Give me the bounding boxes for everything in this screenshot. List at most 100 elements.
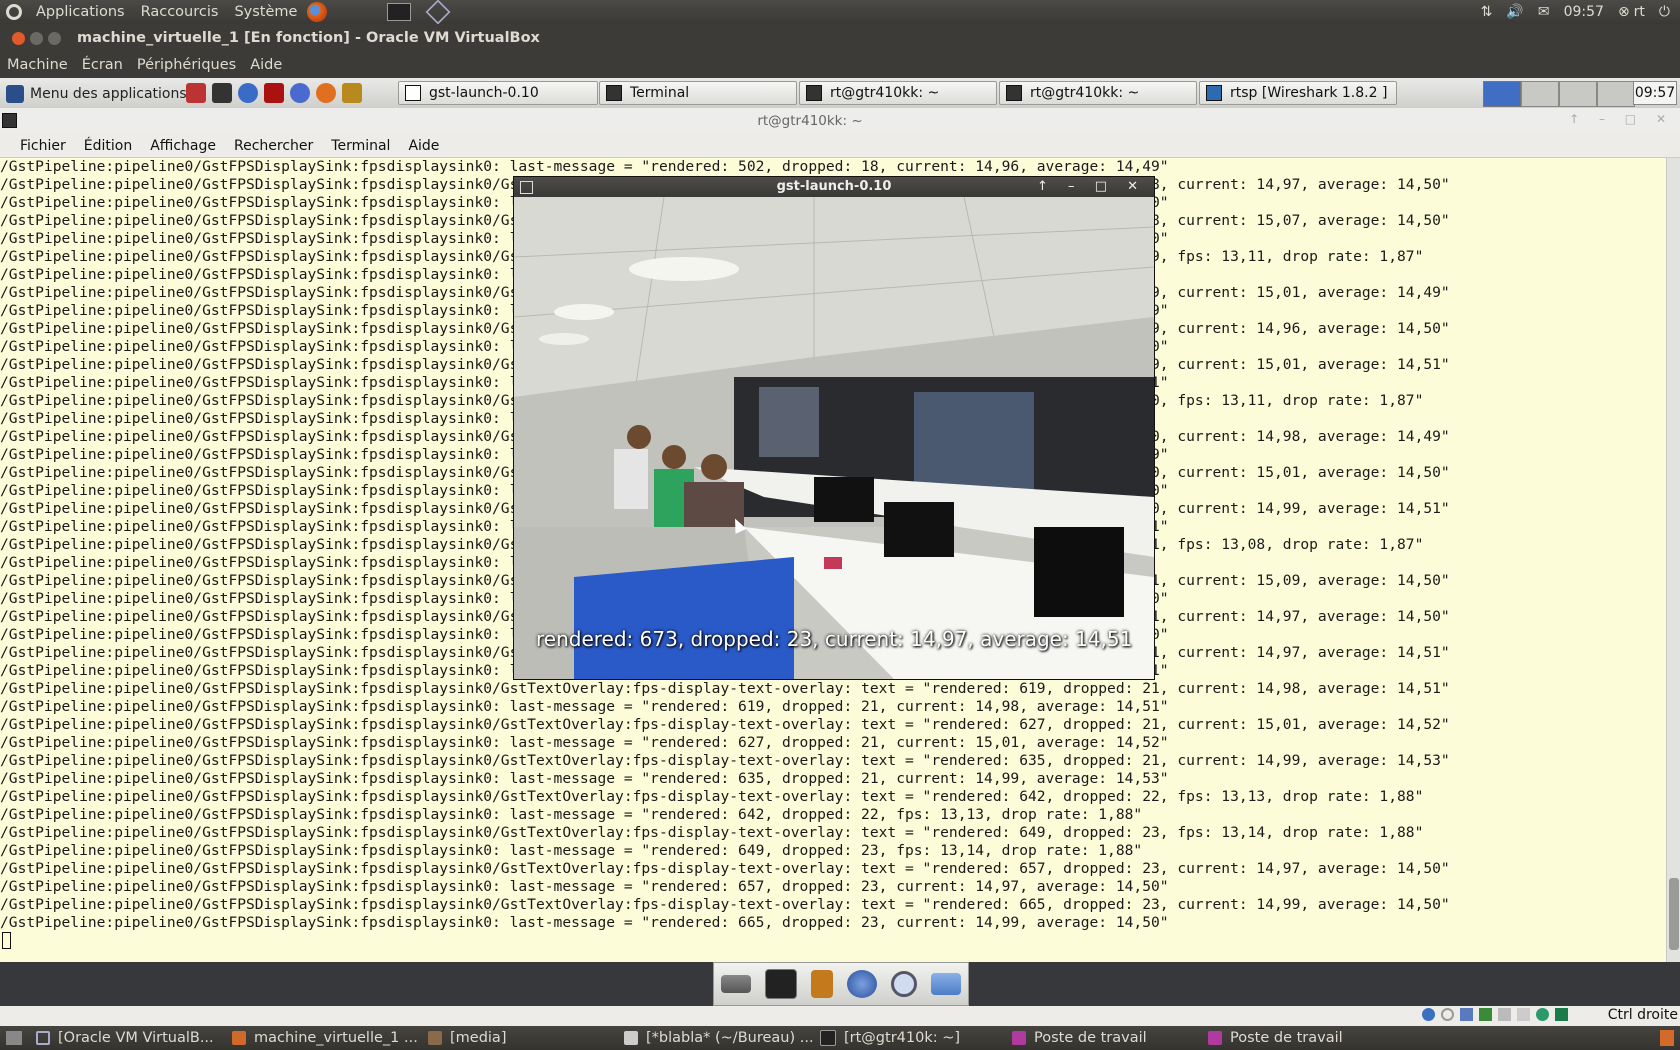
terminal-line: /GstPipeline:pipeline0/GstFPSDisplaySink…: [0, 878, 1169, 895]
host-task-terminal[interactable]: [rt@gtr410k: ~]: [820, 1026, 960, 1050]
ubuntu-logo-icon[interactable]: [6, 4, 22, 20]
terminal-menu-affichage[interactable]: Affichage: [142, 138, 224, 154]
show-desktop-icon[interactable]: [6, 1031, 22, 1045]
terminal-line: /GstPipeline:pipeline0/GstFPSDisplaySink…: [0, 788, 1424, 805]
terminal-prompt-line[interactable]: [0, 932, 1666, 950]
guest-app-menu[interactable]: Menu des applications: [6, 82, 187, 106]
search-icon[interactable]: [891, 971, 917, 997]
guest-clock[interactable]: 09:57: [1633, 81, 1677, 105]
terminal-menu-edition[interactable]: Édition: [76, 138, 140, 154]
hdd-icon[interactable]: [1422, 1008, 1435, 1021]
task-label: rtsp [Wireshark 1.8.2 ]: [1230, 85, 1388, 101]
volume-icon[interactable]: 🔊: [1506, 4, 1523, 20]
app-menu-label: Menu des applications: [30, 86, 187, 102]
notes-icon[interactable]: [811, 970, 833, 998]
terminal-menu-aide[interactable]: Aide: [400, 138, 447, 154]
terminal-menu-terminal[interactable]: Terminal: [323, 138, 398, 154]
terminal-menu-fichier[interactable]: Fichier: [12, 138, 74, 154]
guest-task-wireshark[interactable]: rtsp [Wireshark 1.8.2 ]: [1199, 81, 1397, 105]
terminal-window-controls[interactable]: ↑ – □ ✕: [1569, 112, 1674, 126]
browser-icon[interactable]: [238, 83, 258, 103]
folder-icon[interactable]: [931, 973, 961, 995]
guest-task-shell-2[interactable]: rt@gtr410kk: ~: [999, 81, 1197, 105]
user-menu[interactable]: ⊗ rt: [1618, 4, 1645, 20]
mouse-integration-icon[interactable]: [1536, 1008, 1549, 1021]
text-cursor: [2, 932, 11, 949]
task-label: rt@gtr410kk: ~: [1030, 85, 1140, 101]
virtualbox-icon: [36, 1031, 50, 1045]
scrollbar-thumb[interactable]: [1669, 878, 1679, 950]
host-task-poste-2[interactable]: Poste de travail: [1208, 1026, 1343, 1050]
capture-icon[interactable]: [1517, 1008, 1530, 1021]
host-clock[interactable]: 09:57: [1564, 4, 1604, 20]
archive-icon[interactable]: [342, 83, 362, 103]
firefox-launch-icon[interactable]: [316, 83, 336, 103]
task-label: [Oracle VM VirtualB...: [58, 1030, 214, 1046]
guest-task-gst[interactable]: gst-launch-0.10: [398, 81, 598, 105]
minimize-icon[interactable]: [30, 31, 43, 45]
vbox-window-controls: [12, 31, 66, 45]
vbox-status-icons: [1422, 1008, 1568, 1021]
workspace-3[interactable]: [1559, 81, 1597, 107]
host-task-vm[interactable]: machine_virtuelle_1 ...: [232, 1026, 418, 1050]
workspace-switcher[interactable]: [1483, 81, 1635, 107]
network-browser-icon[interactable]: [290, 83, 310, 103]
vbox-menu-ecran[interactable]: Écran: [75, 57, 130, 73]
host-menu-systeme[interactable]: Système: [226, 4, 305, 20]
computer-icon: [1208, 1031, 1222, 1045]
computer-icon: [1012, 1031, 1026, 1045]
network-icon[interactable]: ⇅: [1481, 4, 1493, 20]
vbox-statusbar: Ctrl droite: [0, 1006, 1680, 1026]
terminal-line: /GstPipeline:pipeline0/GstFPSDisplaySink…: [0, 752, 1450, 769]
host-menu-raccourcis[interactable]: Raccourcis: [133, 4, 227, 20]
usb-icon[interactable]: [1460, 1008, 1473, 1021]
terminal-icon[interactable]: [765, 969, 797, 999]
vbox-menubar: Machine Écran Périphériques Aide: [0, 52, 1680, 78]
vbox-menu-aide[interactable]: Aide: [243, 57, 289, 73]
globe-icon[interactable]: [847, 970, 877, 998]
mail-icon[interactable]: ✉: [1538, 4, 1550, 20]
virtualbox-icon[interactable]: [425, 0, 451, 25]
guest-dock: [713, 962, 969, 1006]
vbox-menu-peripheriques[interactable]: Périphériques: [130, 57, 243, 73]
power-icon[interactable]: ⏻: [1659, 4, 1670, 20]
network-adapter-icon[interactable]: [1479, 1008, 1492, 1021]
drive-icon[interactable]: [721, 975, 751, 993]
terminal-line: /GstPipeline:pipeline0/GstFPSDisplaySink…: [0, 698, 1169, 715]
cd-icon[interactable]: [1441, 1008, 1454, 1021]
vbox-menu-machine[interactable]: Machine: [0, 57, 75, 73]
host-task-media[interactable]: [media]: [428, 1026, 506, 1050]
media-icon[interactable]: [264, 83, 284, 103]
task-label: rt@gtr410kk: ~: [830, 85, 940, 101]
terminal-line: /GstPipeline:pipeline0/GstFPSDisplaySink…: [0, 770, 1169, 787]
host-menu-applications[interactable]: Applications: [28, 4, 133, 20]
terminal-menu-rechercher[interactable]: Rechercher: [226, 138, 321, 154]
host-task-poste-1[interactable]: Poste de travail: [1012, 1026, 1147, 1050]
host-key-label[interactable]: Ctrl droite: [1608, 1007, 1678, 1023]
logout-icon[interactable]: [186, 83, 206, 103]
workspace-1[interactable]: [1483, 81, 1521, 107]
maximize-icon[interactable]: [48, 31, 61, 45]
guest-task-shell-1[interactable]: rt@gtr410kk: ~: [799, 81, 997, 105]
terminal-launch-icon[interactable]: [212, 83, 232, 103]
guest-task-terminal[interactable]: Terminal: [599, 81, 797, 105]
terminal-window-title: rt@gtr410kk: ~: [757, 113, 863, 129]
trash-icon[interactable]: [1660, 1030, 1674, 1046]
workspace-4[interactable]: [1597, 81, 1635, 107]
terminal-icon[interactable]: [387, 3, 412, 21]
video-titlebar[interactable]: gst-launch-0.10 ↑ – □ ✕: [514, 177, 1154, 197]
terminal-line: /GstPipeline:pipeline0/GstFPSDisplaySink…: [0, 716, 1450, 733]
vbox-titlebar: machine_virtuelle_1 [En fonction] - Orac…: [0, 24, 1680, 52]
vbox-window-title: machine_virtuelle_1 [En fonction] - Orac…: [77, 30, 540, 46]
close-icon[interactable]: [12, 31, 25, 45]
firefox-icon[interactable]: [307, 2, 328, 22]
keyboard-capture-icon[interactable]: [1555, 1008, 1568, 1021]
shared-folder-icon[interactable]: [1498, 1008, 1511, 1021]
video-window-controls[interactable]: ↑ – □ ✕: [1037, 179, 1146, 194]
workspace-2[interactable]: [1521, 81, 1559, 107]
video-window[interactable]: gst-launch-0.10 ↑ – □ ✕ rendered: 673, d…: [513, 176, 1155, 680]
host-task-editor[interactable]: [*blabla* (~/Bureau) ...: [624, 1026, 814, 1050]
host-task-virtualbox[interactable]: [Oracle VM VirtualB...: [36, 1026, 214, 1050]
wireshark-icon: [1206, 85, 1222, 101]
terminal-scrollbar[interactable]: [1666, 158, 1680, 962]
